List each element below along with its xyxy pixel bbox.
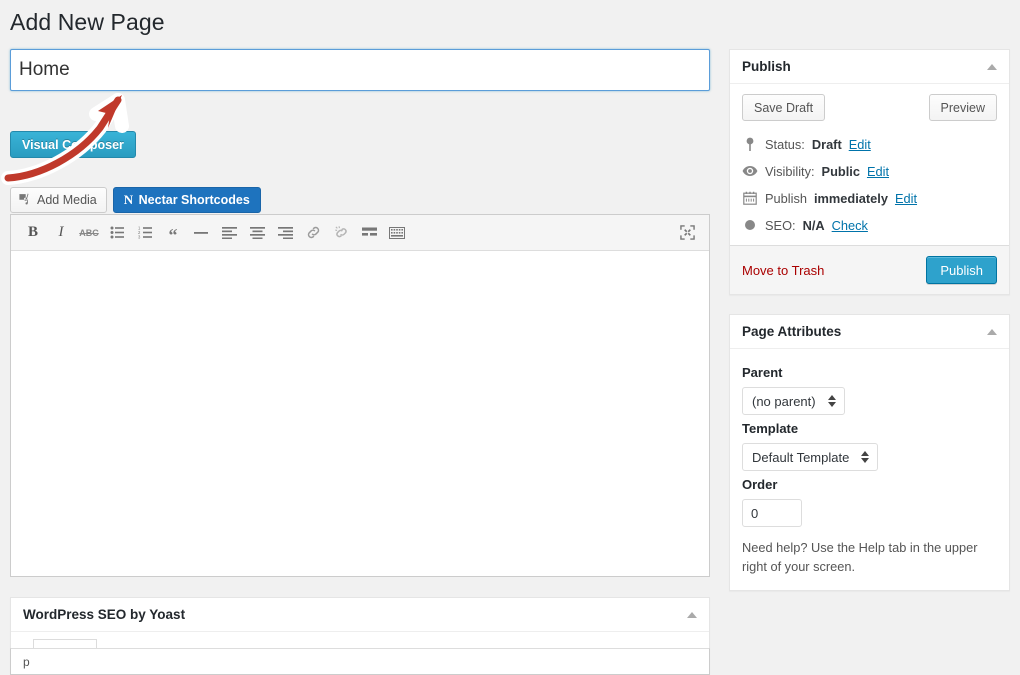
parent-select-value: (no parent): [752, 394, 816, 409]
toggle-up-icon[interactable]: [987, 64, 997, 70]
link-icon[interactable]: [299, 220, 327, 246]
seo-label: SEO:: [765, 218, 796, 233]
publish-date-edit-link[interactable]: Edit: [895, 191, 917, 206]
template-select-value: Default Template: [752, 450, 849, 465]
add-media-button[interactable]: Add Media: [10, 187, 107, 213]
editor-statusbar: p: [10, 648, 710, 675]
publish-panel: Publish Save Draft Preview: [729, 49, 1010, 295]
help-note: Need help? Use the Help tab in the upper…: [742, 539, 997, 576]
wordpress-seo-panel-title: WordPress SEO by Yoast: [23, 607, 185, 622]
page-title: Add New Page: [10, 4, 165, 40]
bold-icon[interactable]: B: [19, 220, 47, 246]
fullscreen-icon[interactable]: [673, 220, 701, 246]
publish-panel-title: Publish: [742, 59, 791, 74]
page-attributes-header[interactable]: Page Attributes: [730, 315, 1009, 349]
publish-date-label: Publish: [765, 191, 807, 206]
preview-label: Preview: [941, 101, 985, 115]
save-draft-label: Save Draft: [754, 101, 813, 115]
svg-text:3: 3: [138, 235, 141, 239]
nectar-n-icon: N: [124, 192, 133, 208]
content-editor: B I ABC 1 2 3 “: [10, 214, 710, 577]
align-center-icon[interactable]: [243, 220, 271, 246]
editor-content-area[interactable]: [11, 251, 709, 576]
publish-button[interactable]: Publish: [926, 256, 997, 284]
media-icon: [18, 192, 32, 209]
toggle-up-icon[interactable]: [987, 329, 997, 335]
wordpress-add-new-page-screen: Add New Page Visual Composer Add Media N…: [0, 0, 1020, 675]
publish-date-value: immediately: [814, 191, 888, 206]
preview-button[interactable]: Preview: [929, 94, 997, 121]
editor-toolbar: B I ABC 1 2 3 “: [11, 215, 709, 251]
align-right-icon[interactable]: [271, 220, 299, 246]
publish-panel-footer: Move to Trash Publish: [730, 245, 1009, 294]
numbered-list-icon[interactable]: 1 2 3: [131, 220, 159, 246]
seo-value: N/A: [803, 218, 825, 233]
publish-panel-header[interactable]: Publish: [730, 50, 1009, 84]
save-draft-button[interactable]: Save Draft: [742, 94, 825, 121]
visual-composer-button[interactable]: Visual Composer: [10, 131, 136, 158]
circle-icon: [742, 217, 758, 233]
move-to-trash-link[interactable]: Move to Trash: [742, 263, 824, 278]
unlink-icon[interactable]: [327, 220, 355, 246]
sidebar-column: Publish Save Draft Preview: [729, 49, 1010, 591]
publish-date-row: Publish immediately Edit: [742, 185, 997, 212]
page-attributes-title: Page Attributes: [742, 324, 841, 339]
toggle-up-icon[interactable]: [687, 612, 697, 618]
status-row: Status: Draft Edit: [742, 131, 997, 158]
publish-button-label: Publish: [940, 263, 983, 278]
nectar-shortcodes-button[interactable]: N Nectar Shortcodes: [113, 187, 261, 213]
chevron-updown-icon: [828, 395, 836, 407]
blockquote-icon[interactable]: “: [159, 220, 187, 246]
template-label: Template: [742, 421, 997, 436]
add-media-label: Add Media: [37, 193, 97, 207]
parent-label: Parent: [742, 365, 997, 380]
strikethrough-icon[interactable]: ABC: [75, 220, 103, 246]
visibility-edit-link[interactable]: Edit: [867, 164, 889, 179]
post-title-input[interactable]: [10, 49, 710, 91]
chevron-updown-icon: [861, 451, 869, 463]
visibility-row: Visibility: Public Edit: [742, 158, 997, 185]
parent-select[interactable]: (no parent): [742, 387, 845, 415]
template-select[interactable]: Default Template: [742, 443, 878, 471]
visibility-label: Visibility:: [765, 164, 815, 179]
status-edit-link[interactable]: Edit: [849, 137, 871, 152]
page-attributes-panel: Page Attributes Parent (no parent) Templ…: [729, 314, 1010, 591]
publish-action-buttons: Save Draft Preview: [742, 94, 997, 121]
order-input[interactable]: [742, 499, 802, 527]
editor-element-path[interactable]: p: [23, 655, 30, 669]
align-left-icon[interactable]: [215, 220, 243, 246]
visual-composer-label: Visual Composer: [22, 138, 124, 152]
seo-check-link[interactable]: Check: [832, 218, 868, 233]
seo-row: SEO: N/A Check: [742, 212, 997, 239]
toolbar-toggle-icon[interactable]: [383, 220, 411, 246]
page-attributes-body: Parent (no parent) Template Default Temp…: [730, 349, 1009, 590]
eye-icon: [742, 163, 758, 179]
nectar-shortcodes-label: Nectar Shortcodes: [139, 193, 250, 207]
bulleted-list-icon[interactable]: [103, 220, 131, 246]
wordpress-seo-panel-header[interactable]: WordPress SEO by Yoast: [11, 598, 709, 632]
editor-column: [10, 49, 710, 91]
horizontal-rule-icon[interactable]: [187, 220, 215, 246]
insert-more-icon[interactable]: [355, 220, 383, 246]
calendar-icon: [742, 190, 758, 206]
italic-icon[interactable]: I: [47, 220, 75, 246]
visibility-value: Public: [822, 164, 860, 179]
order-label: Order: [742, 477, 997, 492]
status-label: Status:: [765, 137, 805, 152]
media-buttons-row: Add Media N Nectar Shortcodes: [10, 187, 261, 213]
publish-panel-body: Save Draft Preview Status: Draft Edit: [730, 84, 1009, 245]
pin-icon: [742, 136, 758, 152]
status-value: Draft: [812, 137, 842, 152]
